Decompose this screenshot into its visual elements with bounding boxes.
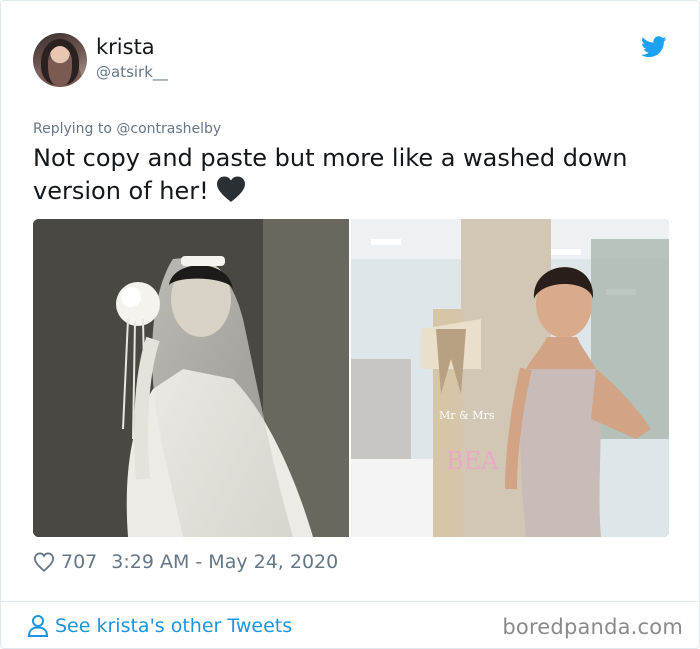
divider — [1, 601, 699, 602]
avatar[interactable] — [33, 33, 87, 87]
see-other-tweets-link[interactable]: See krista's other Tweets — [27, 613, 292, 639]
tweet-text: Not copy and paste but more like a washe… — [33, 142, 673, 208]
see-other-tweets-label[interactable]: See krista's other Tweets — [55, 615, 292, 637]
heart-icon[interactable] — [33, 552, 55, 572]
tweet-meta: 707 3:29 AM - May 24, 2020 — [33, 549, 338, 575]
sign-mr-mrs: Mr & Mrs — [439, 409, 495, 422]
like-count[interactable]: 707 — [61, 551, 97, 573]
tweet-header: krista @atsirk__ — [33, 33, 673, 89]
twitter-bird-icon[interactable] — [641, 36, 667, 58]
author-name[interactable]: krista — [96, 35, 155, 59]
person-icon — [27, 615, 49, 637]
sign-letters: BEA — [446, 447, 499, 475]
timestamp[interactable]: 3:29 AM - May 24, 2020 — [111, 551, 338, 573]
replying-to[interactable]: Replying to @contrashelby — [33, 121, 221, 137]
black-heart-icon — [216, 176, 245, 202]
tweet-body: Not copy and paste but more like a washe… — [33, 144, 628, 205]
watermark: boredpanda.com — [502, 615, 683, 639]
bridal-portrait-photo[interactable] — [33, 219, 349, 537]
tweet-card: krista @atsirk__ Replying to @contrashel… — [0, 0, 700, 649]
event-hall-photo[interactable]: Mr & Mrs BEA — [351, 219, 669, 537]
author-handle[interactable]: @atsirk__ — [96, 63, 168, 81]
media-grid[interactable]: Mr & Mrs BEA — [33, 219, 669, 537]
